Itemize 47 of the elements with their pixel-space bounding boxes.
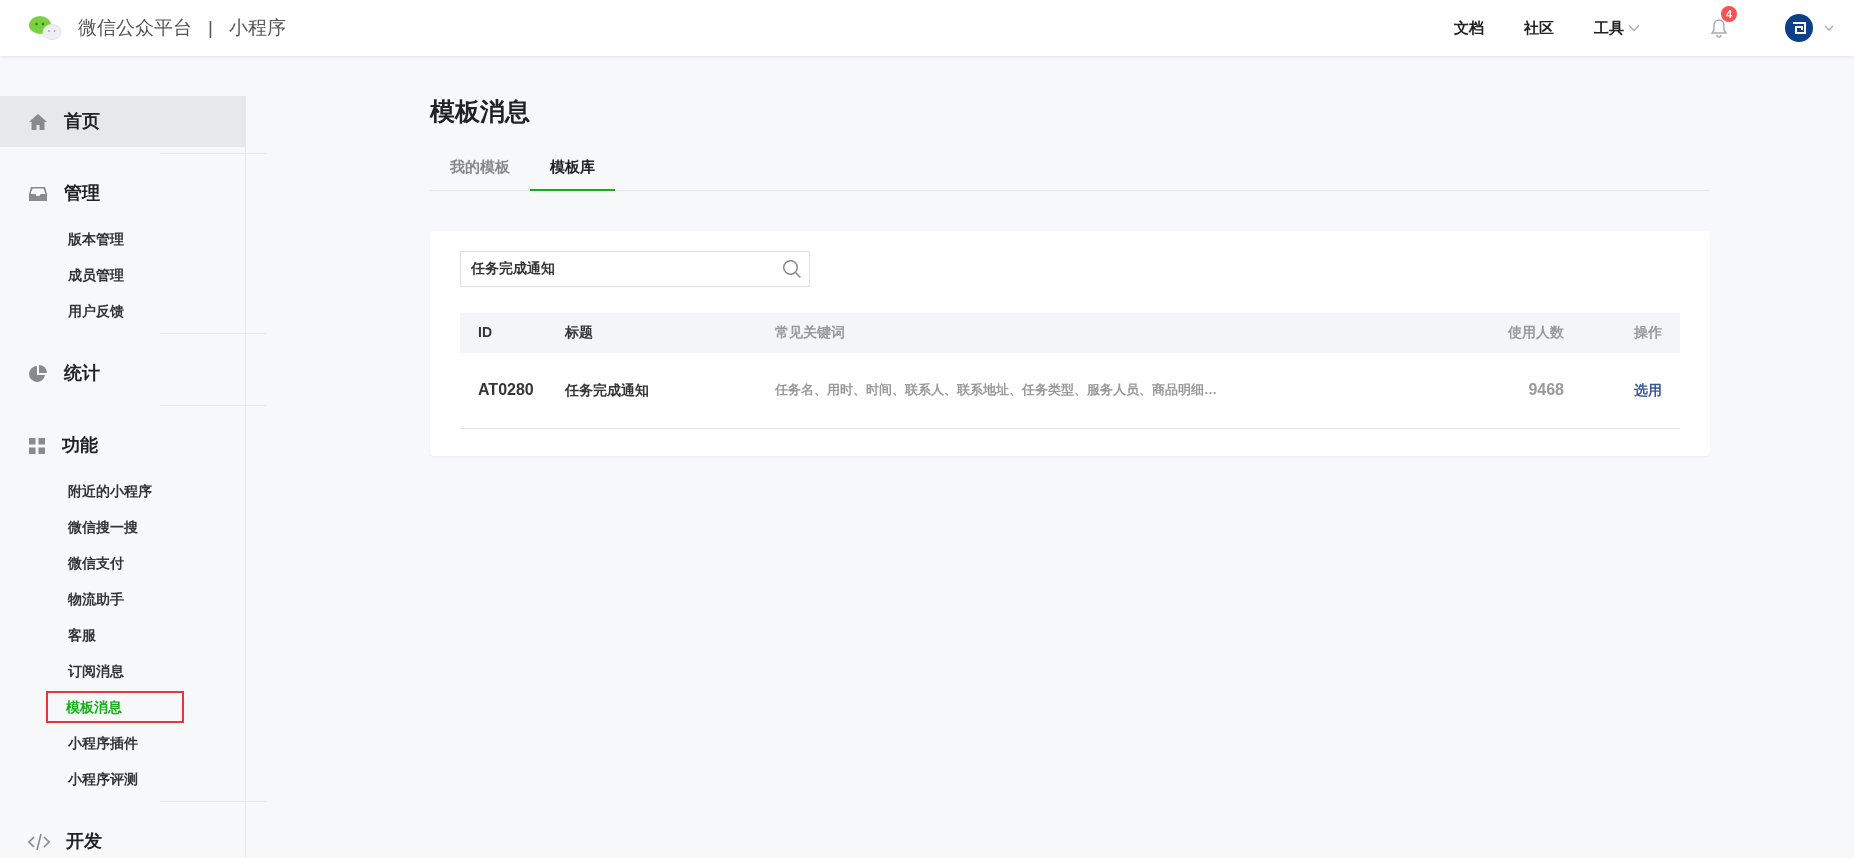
sidebar-item[interactable]: 附近的小程序	[58, 475, 196, 507]
nav-link[interactable]: 文档	[1454, 16, 1484, 40]
bell-icon[interactable]	[1710, 18, 1728, 38]
sidebar-section[interactable]: 开发	[0, 816, 245, 858]
sidebar-item[interactable]: 订阅消息	[58, 655, 196, 687]
column-header: 操作	[1633, 323, 1663, 342]
notification-badge: 4	[1721, 6, 1738, 22]
sidebar-section[interactable]: 管理	[0, 168, 245, 219]
search-icon[interactable]	[782, 258, 802, 279]
chevron-down-icon	[1628, 24, 1640, 32]
sidebar-item[interactable]: 成员管理	[58, 259, 196, 291]
logo-icon	[28, 14, 62, 42]
title-separator: |	[208, 15, 213, 40]
sidebar-item[interactable]: 微信支付	[58, 547, 196, 579]
inbox-icon	[28, 185, 48, 202]
column-header: 常见关键词	[775, 323, 846, 342]
pie-chart-icon	[28, 363, 48, 384]
code-icon	[28, 832, 50, 851]
column-header: 使用人数	[1507, 323, 1564, 342]
avatar[interactable]	[1784, 13, 1814, 43]
column-header: ID	[477, 323, 493, 342]
tab[interactable]: 模板库	[530, 148, 615, 191]
nav-link[interactable]: 工具	[1594, 16, 1640, 40]
chevron-down-icon[interactable]	[1824, 24, 1834, 32]
sidebar-section[interactable]: 统计	[0, 348, 245, 399]
nav-link[interactable]: 社区	[1524, 16, 1554, 40]
table-cell-text: AT0280	[477, 380, 535, 400]
sidebar-item[interactable]: 版本管理	[58, 223, 196, 255]
home-icon	[28, 112, 48, 131]
sidebar-item[interactable]: 小程序评测	[58, 763, 196, 795]
select-link[interactable]: 选用	[1634, 381, 1662, 398]
sidebar-item[interactable]: 小程序插件	[58, 727, 196, 759]
sidebar-item[interactable]: 用户反馈	[58, 295, 196, 327]
brand-title: 微信公众平台	[78, 15, 192, 40]
sidebar-section[interactable]: 功能	[0, 420, 245, 471]
column-header: 标题	[565, 323, 594, 342]
search-field[interactable]: 任务完成通知	[460, 250, 810, 287]
table-cell-text: 任务名、用时、时间、联系人、联系地址、任务类型、服务人员、商品明细…	[775, 381, 1218, 400]
sidebar-item[interactable]: 物流助手	[58, 583, 196, 615]
page-title: 模板消息	[430, 96, 531, 126]
sidebar-item[interactable]: 客服	[58, 619, 196, 651]
table-cell-text: 9468	[1527, 380, 1564, 400]
table-cell-text: 任务完成通知	[565, 380, 650, 400]
sidebar-item[interactable]: 微信搜一搜	[58, 511, 196, 543]
product-title: 小程序	[228, 15, 286, 40]
sidebar-section[interactable]: 首页	[0, 96, 245, 147]
grid-icon	[28, 436, 46, 455]
